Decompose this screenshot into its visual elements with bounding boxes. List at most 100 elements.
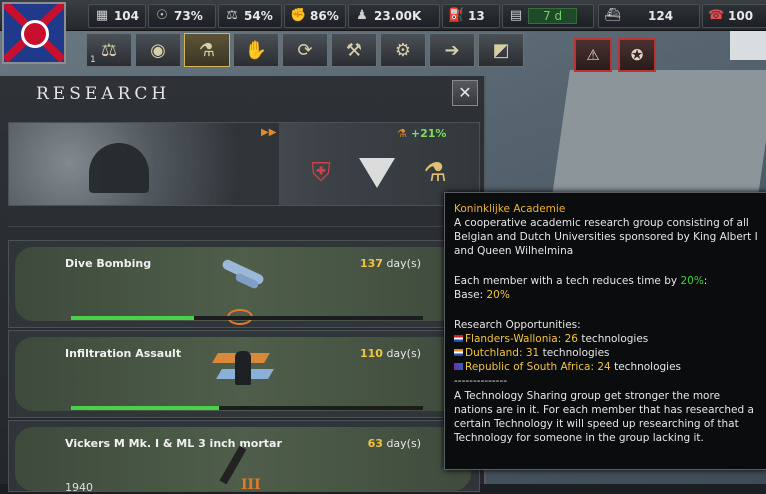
- flask-icon: ⚗: [397, 127, 407, 140]
- opportunity-suffix: technologies: [610, 361, 682, 373]
- research-progress-bar: [71, 316, 423, 320]
- tech-name: Dive Bombing: [65, 257, 152, 270]
- fuel-value: 13: [468, 9, 485, 23]
- stability-stat[interactable]: ☉ 73%: [148, 4, 216, 28]
- south-africa-flag-icon: [454, 363, 463, 370]
- research-days: 110 day(s): [360, 347, 421, 360]
- research-slot-background: Vickers M Mk. I & ML 3 inch mortar 63 da…: [15, 427, 471, 494]
- research-slot[interactable]: Infiltration Assault 110 day(s): [8, 330, 480, 418]
- tooltip-title: Koninklijke Academie: [454, 203, 566, 215]
- logistics-button[interactable]: ➔: [429, 33, 475, 67]
- opportunity-count: 26: [564, 333, 578, 345]
- opportunity-country: Dutchland: [465, 347, 519, 359]
- research-photo: [9, 123, 279, 205]
- decision-timer: 7 d: [528, 8, 578, 24]
- tech-sharing-group-icon[interactable]: [357, 153, 397, 193]
- telephone-stat[interactable]: ☎ 100: [702, 4, 766, 28]
- opportunity-country: Republic of South Africa: [465, 361, 591, 373]
- research-days: 137 day(s): [360, 257, 421, 270]
- member-reduction-value: 20%: [680, 275, 704, 287]
- intelligence-button[interactable]: ◉: [135, 33, 181, 67]
- politics-button[interactable]: ⚖ 1: [86, 33, 132, 67]
- tooltip-separator: --------------: [454, 375, 508, 387]
- war-support-value: 86%: [310, 9, 339, 23]
- factories-stat[interactable]: ▦ 104: [88, 4, 146, 28]
- close-button[interactable]: ✕: [452, 80, 478, 106]
- hammer-icon: ⚒: [345, 39, 363, 61]
- research-slot[interactable]: Vickers M Mk. I & ML 3 inch mortar 63 da…: [8, 420, 480, 494]
- production-button[interactable]: ⚙: [380, 33, 426, 67]
- koninklijke-academie-icon[interactable]: ⚗: [415, 153, 455, 193]
- research-slot-background: Infiltration Assault 110 day(s): [15, 337, 471, 411]
- manpower-stat[interactable]: ♟ 23.00K: [348, 4, 440, 28]
- map-landmass: [550, 70, 766, 210]
- ruler-icon: ◩: [492, 39, 510, 61]
- main-menu-bar: ⚖ 1 ◉ ⚗ ✋ ⟳ ⚒ ⚙ ➔ ◩: [86, 33, 524, 67]
- war-support-stat[interactable]: ✊ 86%: [284, 4, 346, 28]
- gavel-icon: ⚖: [100, 39, 118, 61]
- stability-icon: ☉: [156, 8, 168, 23]
- panel-divider: [8, 206, 478, 227]
- soldier-shape: [235, 351, 251, 385]
- research-button[interactable]: ⚗: [184, 33, 230, 67]
- tooltip-sharing-text: A Technology Sharing group get stronger …: [454, 390, 754, 444]
- triangle-emblem: [359, 158, 395, 188]
- tech-year: 1940: [65, 481, 93, 494]
- logistics-icon: ⟳: [297, 39, 313, 61]
- days-number: 63: [367, 437, 383, 450]
- handshake-icon: ✋: [244, 39, 268, 61]
- decision-stat[interactable]: ▤ 7 d: [502, 4, 594, 28]
- base-label: Base:: [454, 289, 487, 301]
- manpower-icon: ♟: [356, 8, 368, 23]
- opportunity-count: 31: [525, 347, 540, 359]
- fuel-icon: ⛽: [448, 8, 465, 23]
- political-power-stat[interactable]: ⚖ 54%: [218, 4, 282, 28]
- scales-icon: ⚖: [226, 8, 238, 23]
- tech-name: Infiltration Assault: [65, 347, 182, 360]
- deployment-button[interactable]: ◩: [478, 33, 524, 67]
- fuel-stat[interactable]: ⛽ 13: [442, 4, 500, 28]
- days-unit: day(s): [382, 437, 421, 450]
- construction-button[interactable]: ⚒: [331, 33, 377, 67]
- infiltration-assault-icon: [212, 347, 274, 391]
- days-unit: day(s): [382, 257, 421, 270]
- convoy-stat[interactable]: ⛴ 124: [598, 4, 700, 28]
- map-landmass: [730, 30, 766, 60]
- coat-of-arms-icon[interactable]: ⛨: [301, 153, 341, 193]
- research-slot[interactable]: Dive Bombing 137 day(s): [8, 240, 480, 328]
- flag-emblem: [21, 20, 49, 48]
- tooltip-description: A cooperative academic research group co…: [454, 217, 758, 257]
- opportunity-country: Flanders-Wallonia: [465, 333, 558, 345]
- telephone-value: 100: [728, 9, 754, 23]
- notification-count: 1: [90, 55, 96, 65]
- country-flag[interactable]: [2, 2, 66, 64]
- dutchland-flag-icon: [454, 349, 463, 356]
- tech-tier: III: [241, 477, 261, 493]
- research-progress-fill: [71, 316, 195, 320]
- stability-value: 73%: [174, 9, 203, 23]
- convoy-icon: ⛴: [604, 8, 621, 23]
- opportunities-label: Research Opportunities:: [454, 319, 581, 331]
- mortar-icon: [215, 437, 271, 485]
- tooltip: Koninklijke Academie A cooperative acade…: [444, 192, 766, 470]
- telephone-icon: ☎: [708, 8, 725, 23]
- days-number: 137: [359, 257, 383, 270]
- war-support-icon: ✊: [290, 8, 307, 23]
- member-reduction-text: Each member with a tech reduces time by: [454, 275, 681, 287]
- base-value: 20%: [486, 289, 510, 301]
- research-bonus: ⚗ +21%: [397, 127, 446, 140]
- alert-button[interactable]: ⚠: [574, 38, 612, 72]
- opportunity-row: Dutchland: 31 technologies: [454, 346, 760, 360]
- opportunity-row: Flanders-Wallonia: 26 technologies: [454, 332, 760, 346]
- days-unit: day(s): [382, 347, 421, 360]
- political-power-value: 54%: [244, 9, 273, 23]
- research-icon: ⚗: [198, 39, 216, 61]
- base-line: Base: 20%: [454, 288, 760, 302]
- alert-button[interactable]: ✪: [618, 38, 656, 72]
- trade-button[interactable]: ⟳: [282, 33, 328, 67]
- opportunity-count: 24: [597, 361, 611, 373]
- decision-icon: ▤: [509, 8, 523, 23]
- research-progress-fill: [71, 406, 219, 410]
- opportunity-suffix: technologies: [578, 333, 649, 345]
- diplomacy-button[interactable]: ✋: [233, 33, 279, 67]
